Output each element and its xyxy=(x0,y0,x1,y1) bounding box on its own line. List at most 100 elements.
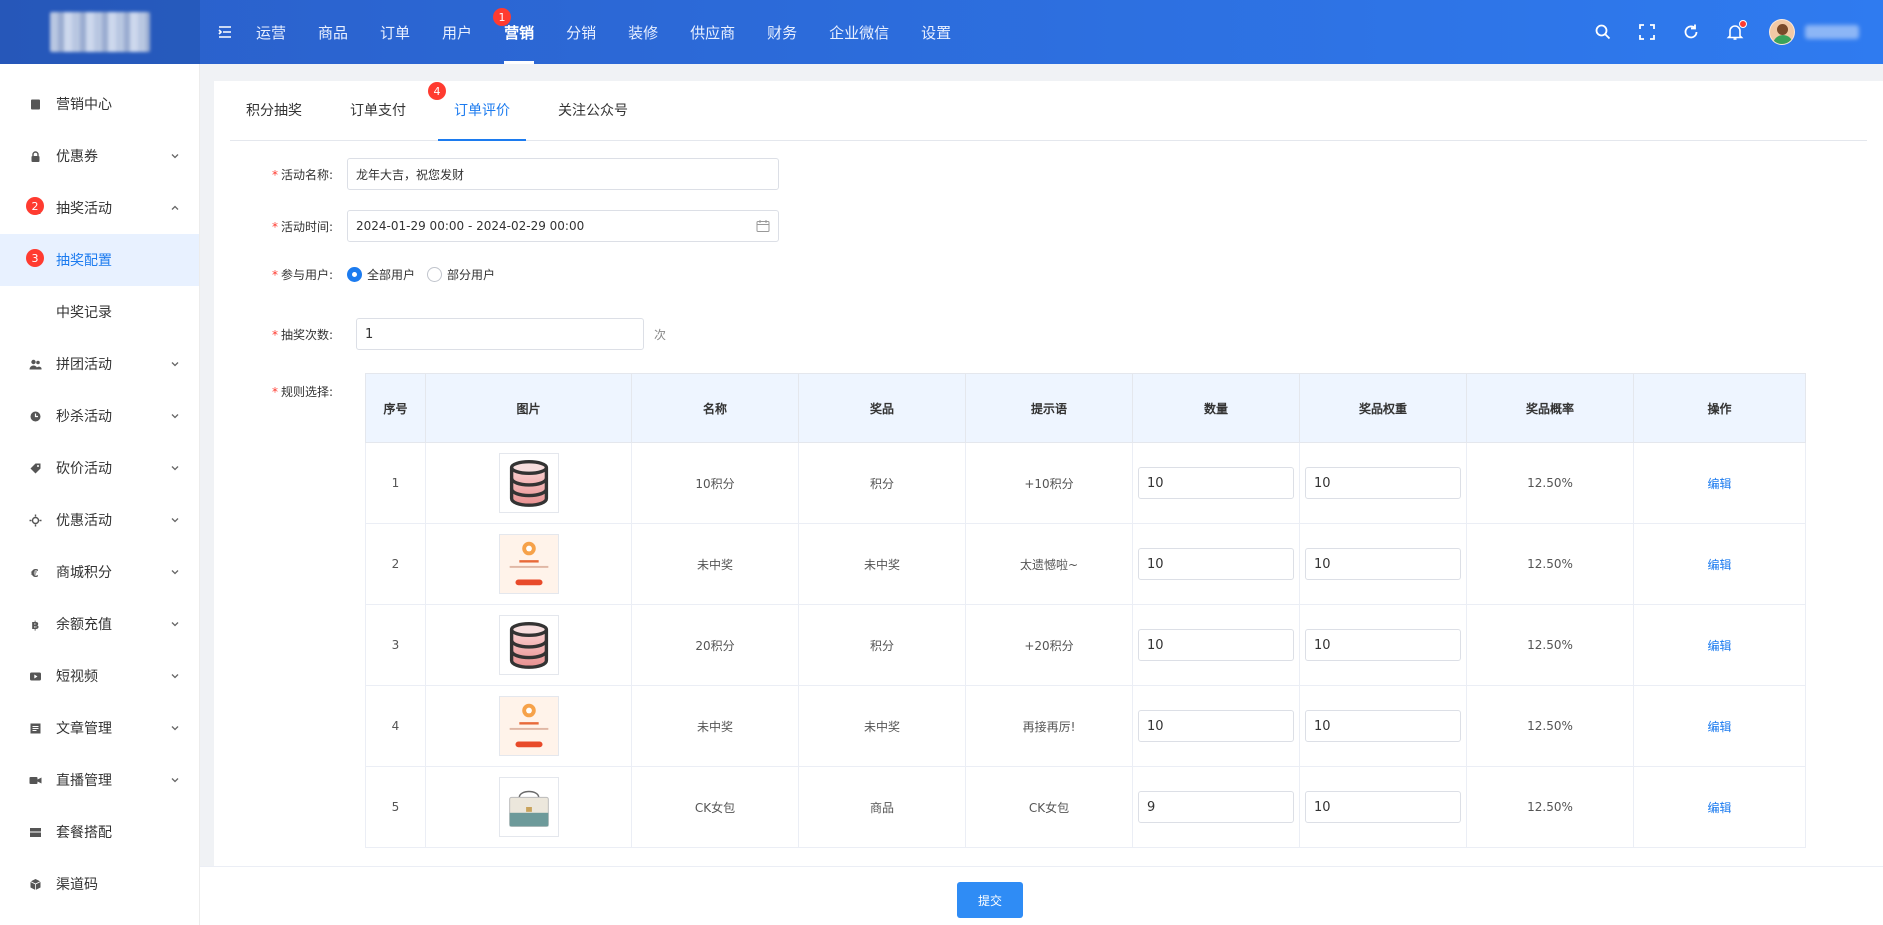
no-prize-card-image xyxy=(498,534,559,594)
cell-index: 1 xyxy=(365,442,426,524)
tab-0[interactable]: 积分抽奖 xyxy=(230,80,318,140)
edit-link[interactable]: 编辑 xyxy=(1707,801,1731,815)
quantity-input[interactable]: 10 xyxy=(1138,548,1294,580)
nav-item-label: 财务 xyxy=(767,23,798,42)
sidebar-item-1[interactable]: 优惠券 xyxy=(0,130,199,182)
quantity-input[interactable]: 10 xyxy=(1138,710,1294,742)
cell-prob: 12.50% xyxy=(1466,604,1634,686)
nav-item-label: 装修 xyxy=(628,23,659,42)
nav-item-3[interactable]: 用户 xyxy=(426,0,488,64)
tab-2[interactable]: 订单评价 4 xyxy=(428,80,526,141)
fullscreen-icon[interactable] xyxy=(1637,22,1657,42)
cell-image xyxy=(425,523,632,605)
draw-count-input[interactable]: 1 xyxy=(356,318,644,350)
notification-dot xyxy=(1739,20,1747,28)
sidebar-item-9[interactable]: € 商城积分 xyxy=(0,546,199,598)
nav-item-10[interactable]: 设置 xyxy=(905,0,967,64)
activity-time-row: * 活动时间: 2024-01-29 00:00 - 2024-02-29 00:… xyxy=(214,210,779,242)
nav-item-label: 订单 xyxy=(380,23,411,42)
tag-icon xyxy=(28,461,42,475)
edit-link[interactable]: 编辑 xyxy=(1707,639,1731,653)
tab-1[interactable]: 订单支付 xyxy=(334,80,422,140)
weight-input[interactable]: 10 xyxy=(1305,629,1461,661)
radio-some-users[interactable]: 部分用户 xyxy=(427,266,495,283)
weight-input[interactable]: 10 xyxy=(1305,467,1461,499)
nav-item-label: 供应商 xyxy=(690,23,736,42)
nav-item-9[interactable]: 企业微信 xyxy=(813,0,905,64)
sidebar-item-12[interactable]: 文章管理 xyxy=(0,702,199,754)
sidebar-item-14[interactable]: 套餐搭配 xyxy=(0,806,199,858)
refresh-icon[interactable] xyxy=(1681,22,1701,42)
nav-item-2[interactable]: 订单 xyxy=(364,0,426,64)
submit-button[interactable]: 提交 xyxy=(957,882,1023,918)
cell-action: 编辑 xyxy=(1633,523,1806,605)
table-row: 3 20积分 积分 +20积分 10 10 12.50% 编辑 xyxy=(365,604,1806,686)
weight-input[interactable]: 10 xyxy=(1305,710,1461,742)
sidebar-item-8[interactable]: 优惠活动 xyxy=(0,494,199,546)
folder-icon xyxy=(28,97,42,111)
nav-item-7[interactable]: 供应商 xyxy=(674,0,751,64)
camera-icon xyxy=(28,773,42,787)
edit-link[interactable]: 编辑 xyxy=(1707,720,1731,734)
article-icon xyxy=(28,721,42,735)
activity-time-picker[interactable]: 2024-01-29 00:00 - 2024-02-29 00:00 xyxy=(347,210,779,242)
cell-prize: 未中奖 xyxy=(798,685,966,767)
nav-item-1[interactable]: 商品 xyxy=(302,0,364,64)
nav-item-label: 分销 xyxy=(566,23,597,42)
tab-3[interactable]: 关注公众号 xyxy=(542,80,644,140)
sidebar-item-7[interactable]: 砍价活动 xyxy=(0,442,199,494)
weight-input[interactable]: 10 xyxy=(1305,791,1461,823)
logo[interactable] xyxy=(0,0,200,64)
username[interactable] xyxy=(1805,25,1859,39)
nav-item-6[interactable]: 装修 xyxy=(612,0,674,64)
menu-toggle-icon[interactable] xyxy=(214,21,236,43)
sidebar-item-15[interactable]: 渠道码 xyxy=(0,858,199,910)
nav-item-8[interactable]: 财务 xyxy=(751,0,813,64)
sidebar-item-label: 文章管理 xyxy=(56,721,112,737)
activity-name-input[interactable]: 龙年大吉，祝您发财 xyxy=(347,158,779,190)
sidebar-item-11[interactable]: 短视频 xyxy=(0,650,199,702)
sidebar-item-0[interactable]: 营销中心 xyxy=(0,78,199,130)
tab-label: 订单评价 xyxy=(454,103,510,119)
cell-prize: 商品 xyxy=(798,766,966,848)
cell-text: 3 xyxy=(391,638,400,652)
sidebar-item-6[interactable]: 秒杀活动 xyxy=(0,390,199,442)
svg-text:฿: ฿ xyxy=(31,619,39,631)
weight-input[interactable]: 10 xyxy=(1305,548,1461,580)
sidebar-item-13[interactable]: 直播管理 xyxy=(0,754,199,806)
sidebar-item-label: 短视频 xyxy=(56,669,98,685)
edit-link[interactable]: 编辑 xyxy=(1707,477,1731,491)
search-icon[interactable] xyxy=(1593,22,1613,42)
group-icon xyxy=(28,357,42,371)
cell-text: 未中奖 xyxy=(863,557,900,572)
cell-weight: 10 xyxy=(1299,766,1467,848)
cell-text: 10积分 xyxy=(695,476,735,491)
sidebar-item-3[interactable]: 抽奖配置 3 xyxy=(0,234,199,286)
radio-all-users[interactable]: 全部用户 xyxy=(347,266,415,283)
sidebar-item-label: 秒杀活动 xyxy=(56,409,112,425)
nav-item-0[interactable]: 运营 xyxy=(240,0,302,64)
column-header: 图片 xyxy=(425,373,632,443)
quantity-input[interactable]: 10 xyxy=(1138,629,1294,661)
avatar[interactable] xyxy=(1769,19,1795,45)
table-row: 5 CK女包 商品 CK女包 9 10 12.50% 编辑 xyxy=(365,766,1806,848)
edit-link[interactable]: 编辑 xyxy=(1707,558,1731,572)
sidebar-item-label: 抽奖活动 xyxy=(56,201,112,217)
quantity-input[interactable]: 9 xyxy=(1138,791,1294,823)
cell-text: 积分 xyxy=(869,638,894,653)
cell-index: 4 xyxy=(365,685,426,767)
participants-label: * 参与用户: xyxy=(271,268,333,282)
sidebar-item-2[interactable]: 抽奖活动 2 xyxy=(0,182,199,234)
sidebar-item-5[interactable]: 拼团活动 xyxy=(0,338,199,390)
coins-image xyxy=(498,453,559,513)
lock-icon xyxy=(28,149,42,163)
sidebar-item-label: 套餐搭配 xyxy=(56,825,112,841)
cell-index: 3 xyxy=(365,604,426,686)
nav-item-label: 企业微信 xyxy=(829,23,890,42)
sidebar-item-10[interactable]: ฿ 余额充值 xyxy=(0,598,199,650)
quantity-input[interactable]: 10 xyxy=(1138,467,1294,499)
sidebar-item-4[interactable]: 中奖记录 xyxy=(0,286,199,338)
nav-item-5[interactable]: 分销 xyxy=(550,0,612,64)
cell-name: 10积分 xyxy=(631,442,799,524)
bell-icon[interactable] xyxy=(1725,20,1747,42)
